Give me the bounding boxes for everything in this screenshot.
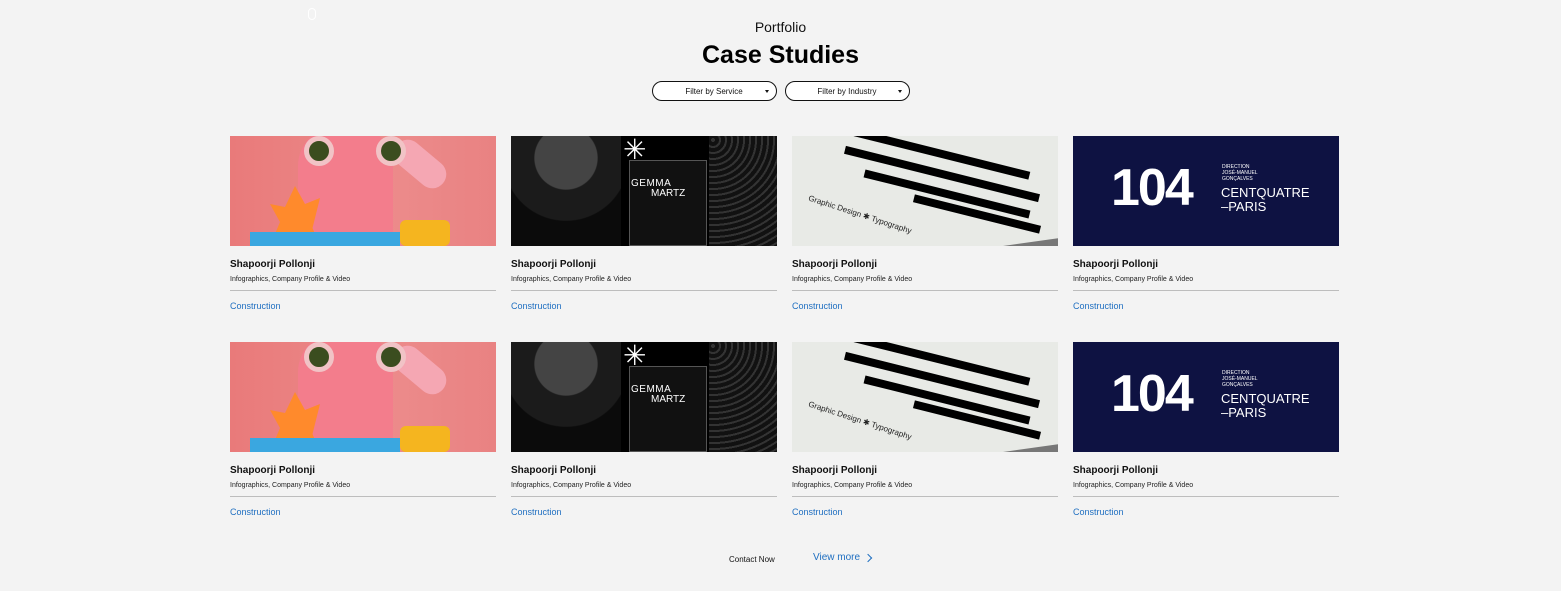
case-study-title: Shapoorji Pollonji: [511, 465, 596, 476]
case-study-services: Infographics, Company Profile & Video: [230, 482, 351, 489]
filter-by-service-label: Filter by Service: [685, 86, 743, 96]
industry-link[interactable]: Construction: [511, 507, 562, 517]
page-title: Case Studies: [701, 41, 859, 69]
filter-by-industry-label: Filter by Industry: [817, 86, 877, 96]
case-study-services: Infographics, Company Profile & Video: [511, 276, 632, 283]
case-study-thumbnail: 104 DIRECTION JOSÉ-MANUEL GONÇALVES CENT…: [1073, 136, 1339, 246]
case-study-card[interactable]: ✳ GEMMA MARTZ Shapoorji Pollonji Infogra…: [511, 342, 777, 525]
case-study-services: Infographics, Company Profile & Video: [511, 482, 632, 489]
case-study-thumbnail: Graphic Design ✱ Typography: [792, 136, 1058, 246]
case-study-card[interactable]: 104 DIRECTION JOSÉ-MANUEL GONÇALVES CENT…: [1073, 342, 1339, 525]
thumbnail-text: DIRECTION JOSÉ-MANUEL GONÇALVES: [1222, 370, 1258, 388]
thumbnail-text: MARTZ: [651, 188, 686, 199]
case-study-thumbnail: ✳ GEMMA MARTZ: [511, 136, 777, 246]
thumbnail-text: DIRECTION JOSÉ-MANUEL GONÇALVES: [1222, 164, 1258, 182]
industry-link[interactable]: Construction: [1073, 301, 1124, 311]
industry-link[interactable]: Construction: [792, 507, 843, 517]
case-study-title: Shapoorji Pollonji: [1073, 259, 1158, 270]
case-study-title: Shapoorji Pollonji: [792, 259, 877, 270]
divider: [230, 290, 496, 291]
chevron-right-icon: [863, 553, 873, 562]
case-study-card[interactable]: Shapoorji Pollonji Infographics, Company…: [230, 136, 496, 319]
filter-by-industry-select[interactable]: Filter by Industry: [784, 81, 910, 101]
caret-down-icon: [897, 90, 902, 93]
case-study-title: Shapoorji Pollonji: [1073, 465, 1158, 476]
caret-down-icon: [764, 90, 769, 93]
industry-link[interactable]: Construction: [230, 301, 281, 311]
case-study-services: Infographics, Company Profile & Video: [792, 276, 913, 283]
thumbnail-text: CENTQUATRE –PARIS: [1221, 185, 1310, 214]
divider: [792, 290, 1058, 291]
thumbnail-logo: 104: [1111, 159, 1194, 217]
case-study-title: Shapoorji Pollonji: [792, 465, 877, 476]
case-study-thumbnail: 104 DIRECTION JOSÉ-MANUEL GONÇALVES CENT…: [1073, 342, 1339, 452]
case-study-thumbnail: [230, 342, 496, 452]
thumbnail-text: MARTZ: [651, 394, 686, 405]
page-header: Portfolio Case Studies: [0, 19, 1561, 70]
divider: [511, 290, 777, 291]
case-study-thumbnail: Graphic Design ✱ Typography: [792, 342, 1058, 452]
thumbnail-text: CENTQUATRE –PARIS: [1221, 391, 1310, 420]
divider: [1073, 496, 1339, 497]
view-more-label: View more: [813, 552, 861, 563]
case-study-services: Infographics, Company Profile & Video: [1073, 482, 1194, 489]
industry-link[interactable]: Construction: [230, 507, 281, 517]
case-study-card[interactable]: Graphic Design ✱ Typography Shapoorji Po…: [792, 342, 1058, 525]
case-study-services: Infographics, Company Profile & Video: [792, 482, 913, 489]
industry-link[interactable]: Construction: [511, 301, 562, 311]
case-study-card[interactable]: Graphic Design ✱ Typography Shapoorji Po…: [792, 136, 1058, 319]
divider: [792, 496, 1058, 497]
case-study-thumbnail: ✳ GEMMA MARTZ: [511, 342, 777, 452]
filter-bar: Filter by Service Filter by Industry: [0, 81, 1561, 101]
case-study-services: Infographics, Company Profile & Video: [230, 276, 351, 283]
divider: [1073, 290, 1339, 291]
page-eyebrow: Portfolio: [754, 19, 807, 35]
thumbnail-logo: 104: [1111, 365, 1194, 423]
case-study-card[interactable]: 104 DIRECTION JOSÉ-MANUEL GONÇALVES CENT…: [1073, 136, 1339, 319]
case-study-title: Shapoorji Pollonji: [230, 259, 315, 270]
case-study-card[interactable]: ✳ GEMMA MARTZ Shapoorji Pollonji Infogra…: [511, 136, 777, 319]
filter-by-service-select[interactable]: Filter by Service: [651, 81, 777, 101]
case-study-thumbnail: [230, 136, 496, 246]
industry-link[interactable]: Construction: [792, 301, 843, 311]
case-study-title: Shapoorji Pollonji: [230, 465, 315, 476]
divider: [230, 496, 496, 497]
contact-now-link[interactable]: Contact Now: [729, 555, 775, 564]
divider: [511, 496, 777, 497]
view-more-link[interactable]: View more: [813, 552, 873, 563]
case-study-title: Shapoorji Pollonji: [511, 259, 596, 270]
case-study-card[interactable]: Shapoorji Pollonji Infographics, Company…: [230, 342, 496, 525]
industry-link[interactable]: Construction: [1073, 507, 1124, 517]
case-study-services: Infographics, Company Profile & Video: [1073, 276, 1194, 283]
case-studies-grid: Shapoorji Pollonji Infographics, Company…: [230, 136, 1339, 525]
